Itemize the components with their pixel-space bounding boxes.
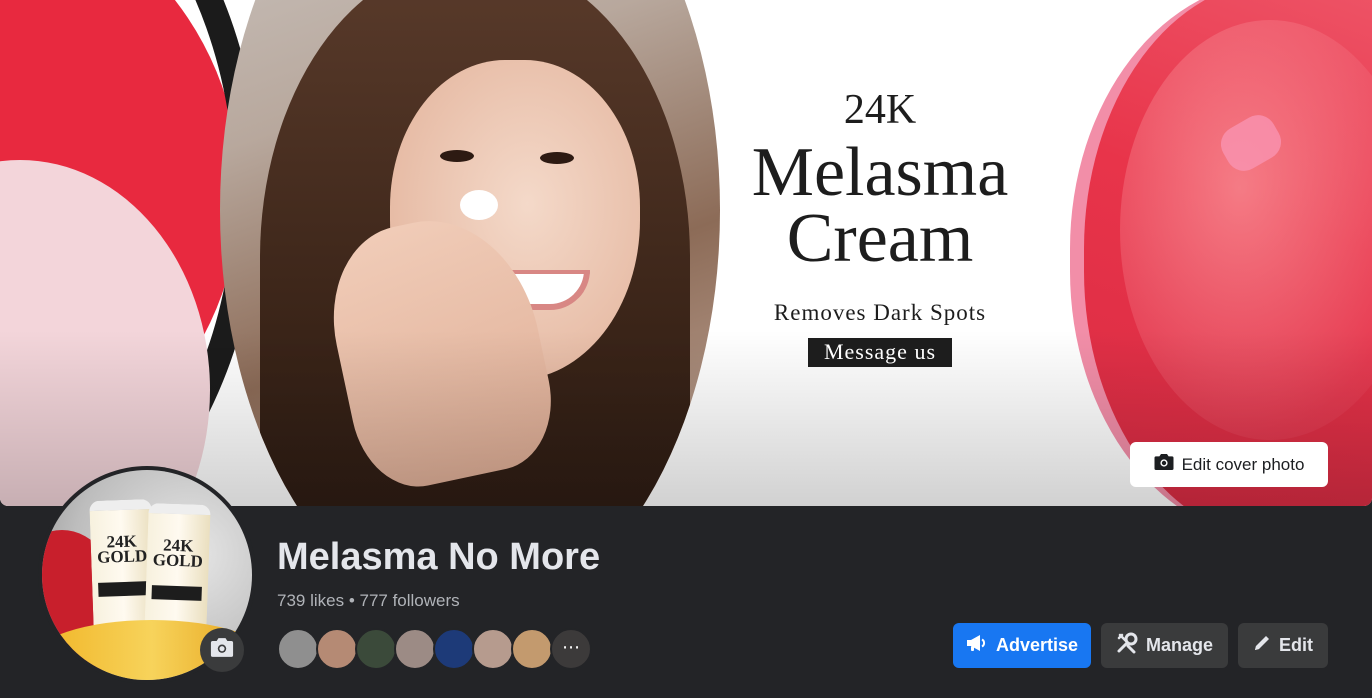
follower-avatar[interactable] (394, 628, 436, 670)
page-title[interactable]: Melasma No More (277, 536, 600, 579)
page-stats[interactable]: 739 likes • 777 followers (277, 591, 460, 611)
edit-page-button[interactable]: Edit (1238, 623, 1328, 668)
manage-label: Manage (1145, 635, 1214, 655)
pencil-icon (1253, 634, 1271, 657)
update-profile-picture-button[interactable] (200, 628, 244, 672)
camera-icon (210, 637, 234, 663)
follower-avatar[interactable] (511, 628, 553, 670)
megaphone-icon (966, 634, 988, 657)
edit-cover-label: Edit cover photo (1181, 454, 1305, 474)
product-band (98, 581, 149, 597)
product-brand: 24K GOLD (96, 531, 148, 567)
headline-cta: Message us (807, 338, 953, 367)
headline-main: Melasma (751, 134, 1009, 211)
follower-avatar[interactable] (316, 628, 358, 670)
follower-avatar[interactable] (277, 628, 319, 670)
headline-sub: Removes Dark Spots (773, 300, 987, 325)
model-eye (540, 152, 574, 164)
headline-top: 24K (843, 87, 917, 133)
follower-avatar[interactable] (433, 628, 475, 670)
page-actions: Advertise Manage Edit (953, 623, 1328, 668)
edit-cover-photo-button[interactable]: Edit cover photo (1130, 442, 1328, 487)
follower-avatar[interactable] (472, 628, 514, 670)
follower-avatar[interactable] (355, 628, 397, 670)
cream-dot (460, 190, 498, 220)
headline-main2: Cream (786, 200, 974, 277)
ellipsis-icon: ⋯ (562, 637, 580, 657)
product-brand: 24K GOLD (152, 535, 204, 571)
camera-icon (1154, 453, 1174, 476)
follower-avatars[interactable]: ⋯ (277, 628, 592, 670)
manage-button[interactable]: Manage (1101, 623, 1228, 668)
cover-headline: 24K Melasma Cream Removes Dark Spots Mes… (700, 80, 1060, 367)
cover-photo: 24K Melasma Cream Removes Dark Spots Mes… (0, 0, 1372, 506)
tools-icon (1116, 632, 1138, 659)
edit-label: Edit (1279, 635, 1313, 655)
advertise-button[interactable]: Advertise (953, 623, 1091, 668)
advertise-label: Advertise (995, 635, 1079, 655)
model-eye (440, 150, 474, 162)
product-band (151, 585, 202, 601)
follower-avatar-more[interactable]: ⋯ (550, 628, 592, 670)
profile-avatar-frame: 24K GOLD 24K GOLD (38, 466, 256, 684)
